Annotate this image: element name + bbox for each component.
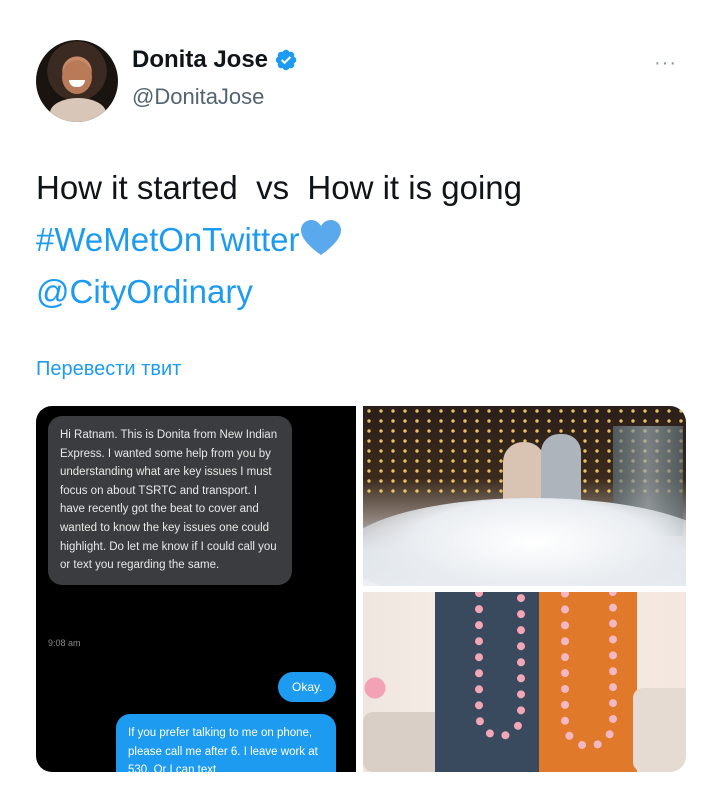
translate-tweet-link[interactable]: Перевести твит <box>36 358 181 381</box>
sofa-left <box>363 712 443 772</box>
media-grid[interactable]: Hi Ratnam. This is Donita from New India… <box>36 406 686 772</box>
outgoing-message-long: If you prefer talking to me on phone, pl… <box>116 714 336 772</box>
wedding-dance-photo[interactable] <box>363 406 686 586</box>
garland-groom <box>475 592 525 740</box>
verified-badge-icon <box>275 49 297 71</box>
name-row: Donita Jose <box>132 46 298 74</box>
hashtag-link[interactable]: #WeMetOnTwitter <box>36 221 299 258</box>
incoming-message-bubble: Hi Ratnam. This is Donita from New India… <box>48 416 292 585</box>
dance-fog <box>363 498 686 586</box>
blue-heart-icon <box>301 220 342 255</box>
avatar-shirt <box>50 98 106 122</box>
display-name[interactable]: Donita Jose <box>132 46 268 74</box>
avatar[interactable] <box>36 40 118 122</box>
tweet-header: Donita Jose @DonitaJose ··· <box>0 0 720 140</box>
message-timestamp: 9:08 am <box>48 638 81 648</box>
outgoing-message-okay: Okay. <box>278 672 337 702</box>
tweet-line-2: #WeMetOnTwitter <box>36 214 686 266</box>
more-options-icon[interactable]: ··· <box>654 52 677 75</box>
garland-bride <box>561 592 617 750</box>
mention-link[interactable]: @CityOrdinary <box>36 266 686 318</box>
user-handle[interactable]: @DonitaJose <box>132 84 264 110</box>
sofa-right <box>633 688 686 772</box>
chat-screenshot-image[interactable]: Hi Ratnam. This is Donita from New India… <box>36 406 356 772</box>
wedding-garland-photo[interactable] <box>363 592 686 772</box>
tweet-line-1: How it started vs How it is going <box>36 169 523 206</box>
tweet-text: How it started vs How it is going #WeMet… <box>36 162 686 318</box>
avatar-face <box>62 60 92 94</box>
